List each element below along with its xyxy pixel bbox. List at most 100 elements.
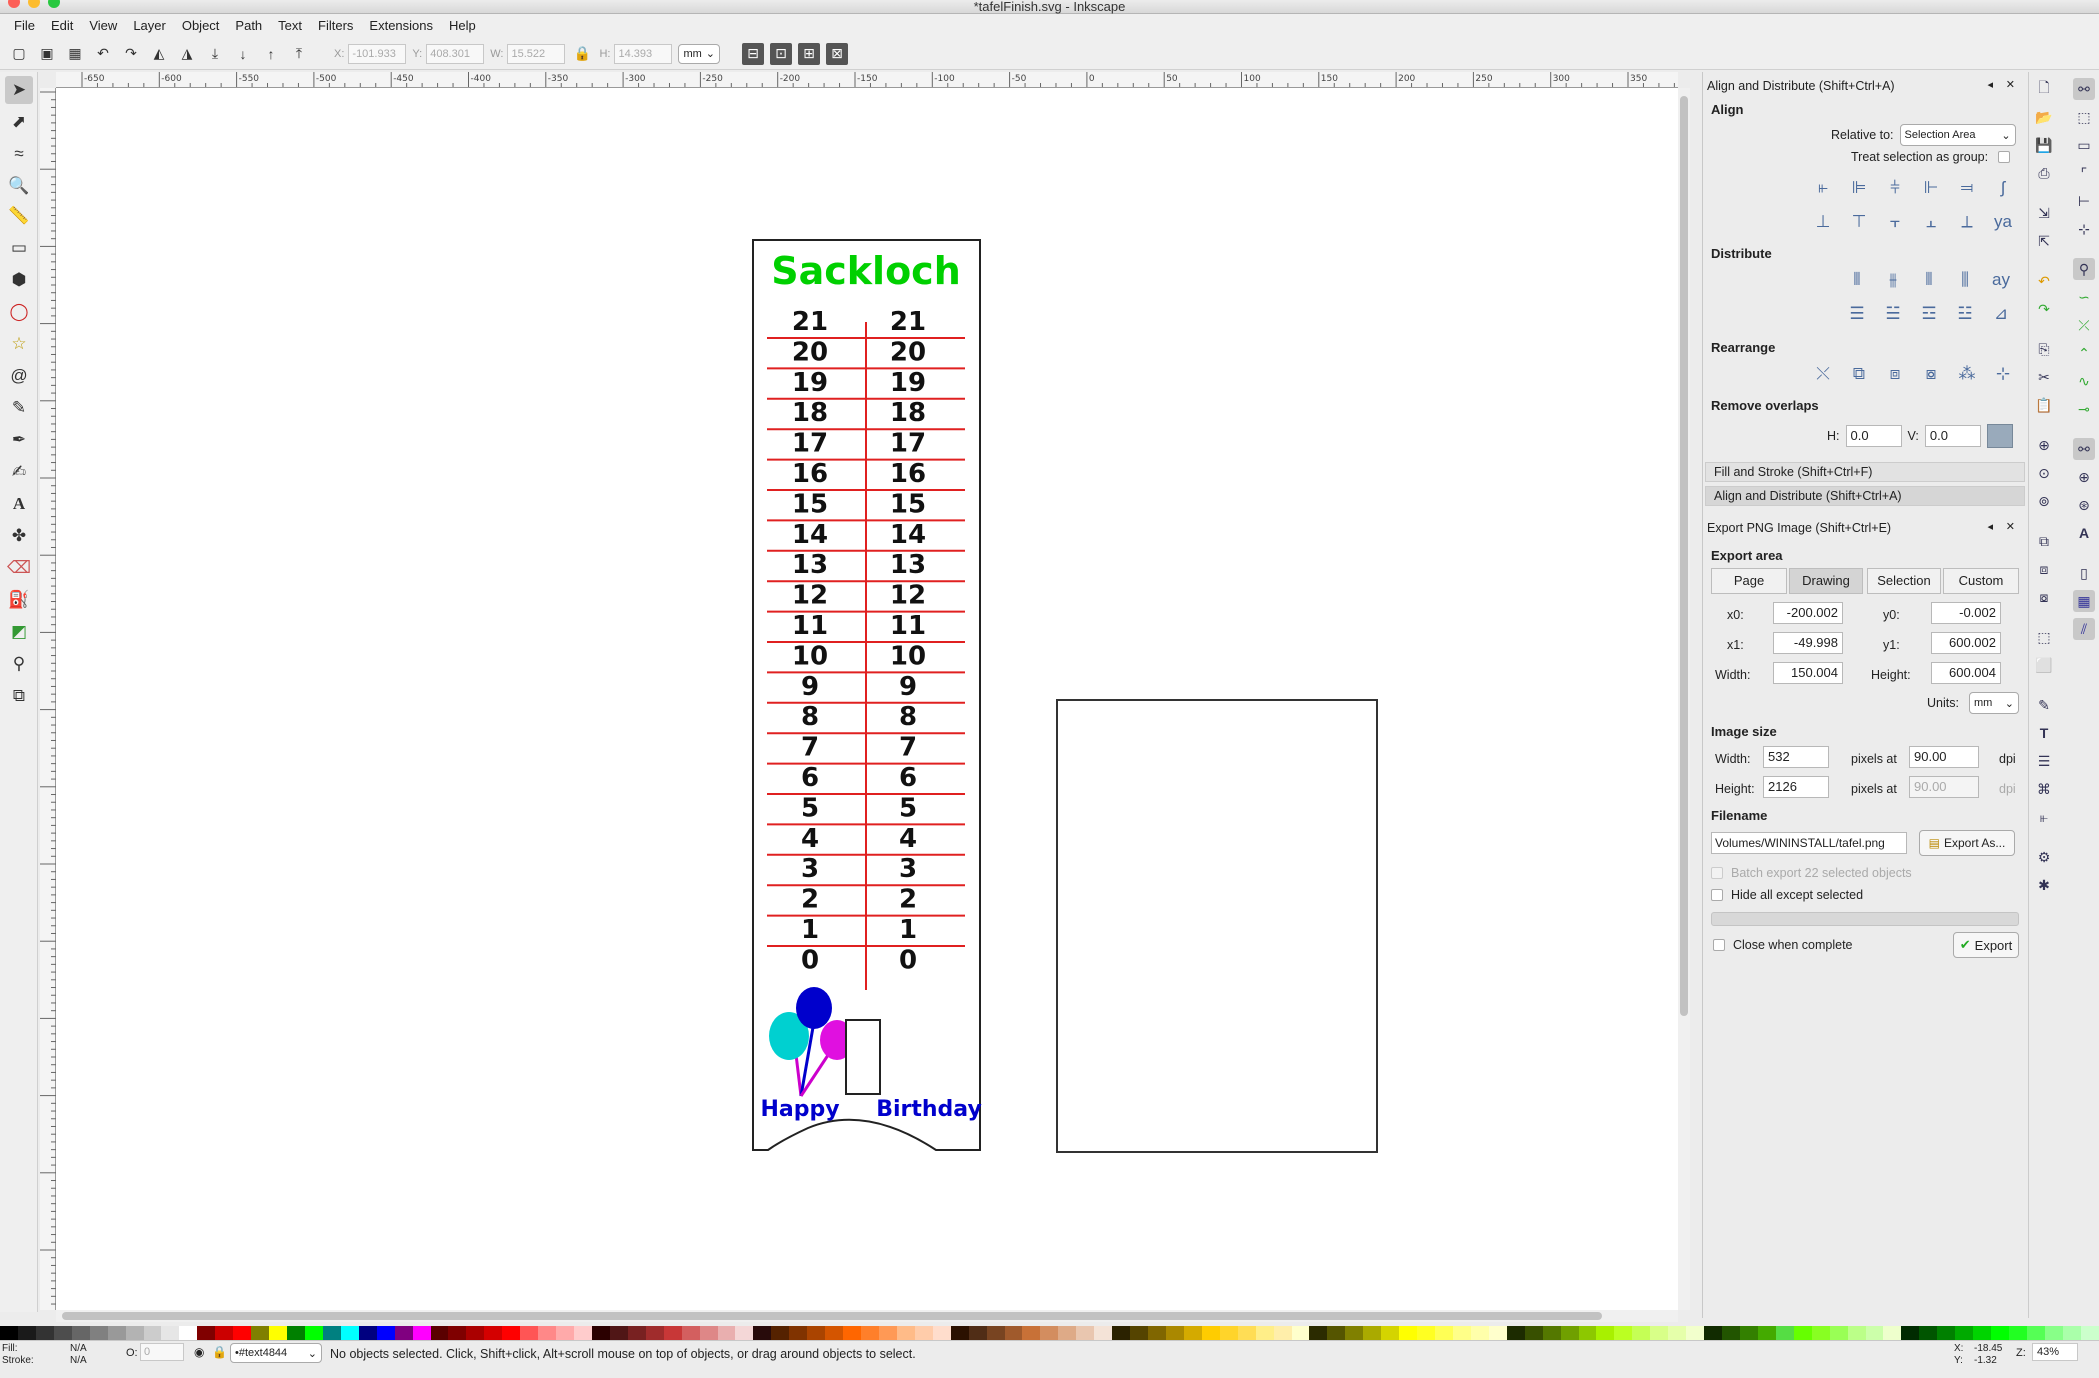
color-swatch[interactable] [287,1326,305,1340]
color-swatch[interactable] [1829,1326,1848,1340]
exchange-positions-icon[interactable]: ⧉ [1843,358,1875,390]
color-swatch[interactable] [1219,1326,1238,1340]
export-area-drawing-tab[interactable]: Drawing [1789,568,1863,594]
color-swatch[interactable] [1237,1326,1256,1340]
color-swatch[interactable] [556,1326,574,1340]
flip-horizontal-icon[interactable]: ◭ [148,43,170,65]
distribute-bottom-icon[interactable]: ☲ [1913,298,1945,330]
color-swatch[interactable] [322,1326,341,1340]
zoom-window-button[interactable] [48,0,60,8]
snap-cusp-icon[interactable]: ⌃ [2073,342,2095,364]
unclump-icon[interactable]: ⊹ [1987,358,2019,390]
layer-visibility-icon[interactable]: ◉ [194,1345,204,1359]
unlink-clone-icon[interactable]: ⧇ [2033,586,2055,608]
color-swatch[interactable] [251,1326,270,1340]
color-swatch[interactable] [1399,1326,1418,1340]
remove-overlaps-icon[interactable] [1986,424,2013,448]
color-swatch[interactable] [843,1326,861,1340]
node-tool-icon[interactable]: ⬈ [5,108,33,136]
color-swatch[interactable] [520,1326,539,1340]
snap-midpoint-icon[interactable]: ⊸ [2073,398,2095,420]
snap-nodes-icon[interactable]: ⚲ [2073,258,2095,280]
export-button[interactable]: ✔ Export [1953,932,2019,958]
iconify-icon[interactable]: ◂ [1987,520,1993,533]
color-swatch[interactable] [825,1326,844,1340]
gradient-tool-icon[interactable]: ◩ [5,618,33,646]
color-swatch[interactable] [986,1326,1005,1340]
distribute-baseline-h-icon[interactable]: ay [1985,264,2017,296]
align-left-edges-icon[interactable]: ⊫ [1843,172,1875,204]
y-input[interactable] [426,43,485,64]
layers-dialog-icon[interactable]: ☰ [2033,750,2055,772]
color-swatch[interactable] [430,1326,449,1340]
dpi-input[interactable]: 90.00 [1909,746,1979,768]
snap-smooth-icon[interactable]: ∿ [2073,370,2095,392]
horizontal-scroll-thumb[interactable] [62,1312,1602,1320]
lower-icon[interactable]: ↓ [232,43,254,65]
snap-grid-icon[interactable]: ▦ [2073,590,2095,612]
distribute-left-icon[interactable]: ⫴ [1841,264,1873,296]
color-swatch[interactable] [1722,1326,1740,1340]
color-swatch[interactable] [663,1326,682,1340]
color-swatch[interactable] [1327,1326,1346,1340]
export-area-custom-tab[interactable]: Custom [1943,568,2019,594]
close-icon[interactable]: ✕ [2006,78,2015,91]
color-swatch[interactable] [1973,1326,1992,1340]
close-when-complete-checkbox[interactable] [1713,939,1725,951]
color-swatch[interactable] [1704,1326,1722,1340]
color-swatch[interactable] [107,1326,126,1340]
color-swatch[interactable] [412,1326,431,1340]
raise-icon[interactable]: ↑ [260,43,282,65]
color-swatch[interactable] [1811,1326,1830,1340]
measure-tool-icon[interactable]: 📏 [5,202,33,230]
color-swatch[interactable] [574,1326,592,1340]
vertical-scroll-thumb[interactable] [1680,96,1688,1016]
color-swatch[interactable] [1632,1326,1651,1340]
xml-editor-icon[interactable]: ⌘ [2033,778,2055,800]
color-swatch[interactable] [1596,1326,1615,1340]
color-swatch[interactable] [1937,1326,1956,1340]
rotate-cw-icon[interactable]: ↷ [120,43,142,65]
color-swatch[interactable] [0,1326,18,1340]
flip-vertical-icon[interactable]: ◮ [176,43,198,65]
x1-input[interactable]: -49.998 [1773,632,1843,654]
fill-value[interactable]: N/A [70,1343,87,1354]
export-area-page-tab[interactable]: Page [1711,568,1787,594]
color-swatch[interactable] [1004,1326,1023,1340]
3dbox-tool-icon[interactable]: ⬢ [5,266,33,294]
color-swatch[interactable] [197,1326,216,1340]
align-right-to-left-icon[interactable]: ⫦ [1807,172,1839,204]
color-swatch[interactable] [1094,1326,1113,1340]
x0-input[interactable]: -200.002 [1773,602,1843,624]
menu-layer[interactable]: Layer [125,14,174,38]
color-swatch[interactable] [1686,1326,1705,1340]
snap-rotation-center-icon[interactable]: ⊛ [2073,494,2095,516]
document-properties-icon[interactable]: ⚙ [2033,846,2055,868]
spiral-tool-icon[interactable]: @ [5,362,33,390]
align-top-to-bottom-icon[interactable]: ⟂ [1951,206,1983,238]
text-font-dialog-icon[interactable]: T [2033,722,2055,744]
tweak-tool-icon[interactable]: ≈ [5,140,33,168]
stroke-value[interactable]: N/A [70,1355,87,1366]
export-area-selection-tab[interactable]: Selection [1867,568,1941,594]
lock-icon[interactable]: 🔒 [571,43,593,65]
color-swatch[interactable] [2009,1326,2027,1340]
new-document-icon[interactable]: 🗋 [2033,78,2055,100]
ellipse-tool-icon[interactable]: ◯ [5,298,33,326]
align-left-to-right-icon[interactable]: ⫤ [1951,172,1983,204]
snap-bbox-center-icon[interactable]: ⊹ [2073,218,2095,240]
color-swatch[interactable] [1614,1326,1633,1340]
fill-stroke-collapsed-header[interactable]: Fill and Stroke (Shift+Ctrl+F) [1705,462,2025,482]
clone-icon[interactable]: ⧈ [2033,558,2055,580]
select-all-icon[interactable]: ▢ [8,43,30,65]
drawing-canvas[interactable]: Sackloch 21 21 20 20 19 19 18 18 17 17 16 16 15 15 14 1… [56,88,1678,1310]
color-swatch[interactable] [1739,1326,1758,1340]
img-width-input[interactable]: 532 [1763,746,1829,768]
color-swatch[interactable] [627,1326,646,1340]
snap-guide-icon[interactable]: ⫽ [2073,618,2095,640]
menu-help[interactable]: Help [441,14,484,38]
opacity-input[interactable]: 0 [140,1343,184,1361]
color-palette[interactable] [0,1326,2099,1340]
scale-corners-icon[interactable]: ⊡ [770,42,792,65]
layer-select[interactable]: •#text4844 ⌄ [230,1343,322,1363]
